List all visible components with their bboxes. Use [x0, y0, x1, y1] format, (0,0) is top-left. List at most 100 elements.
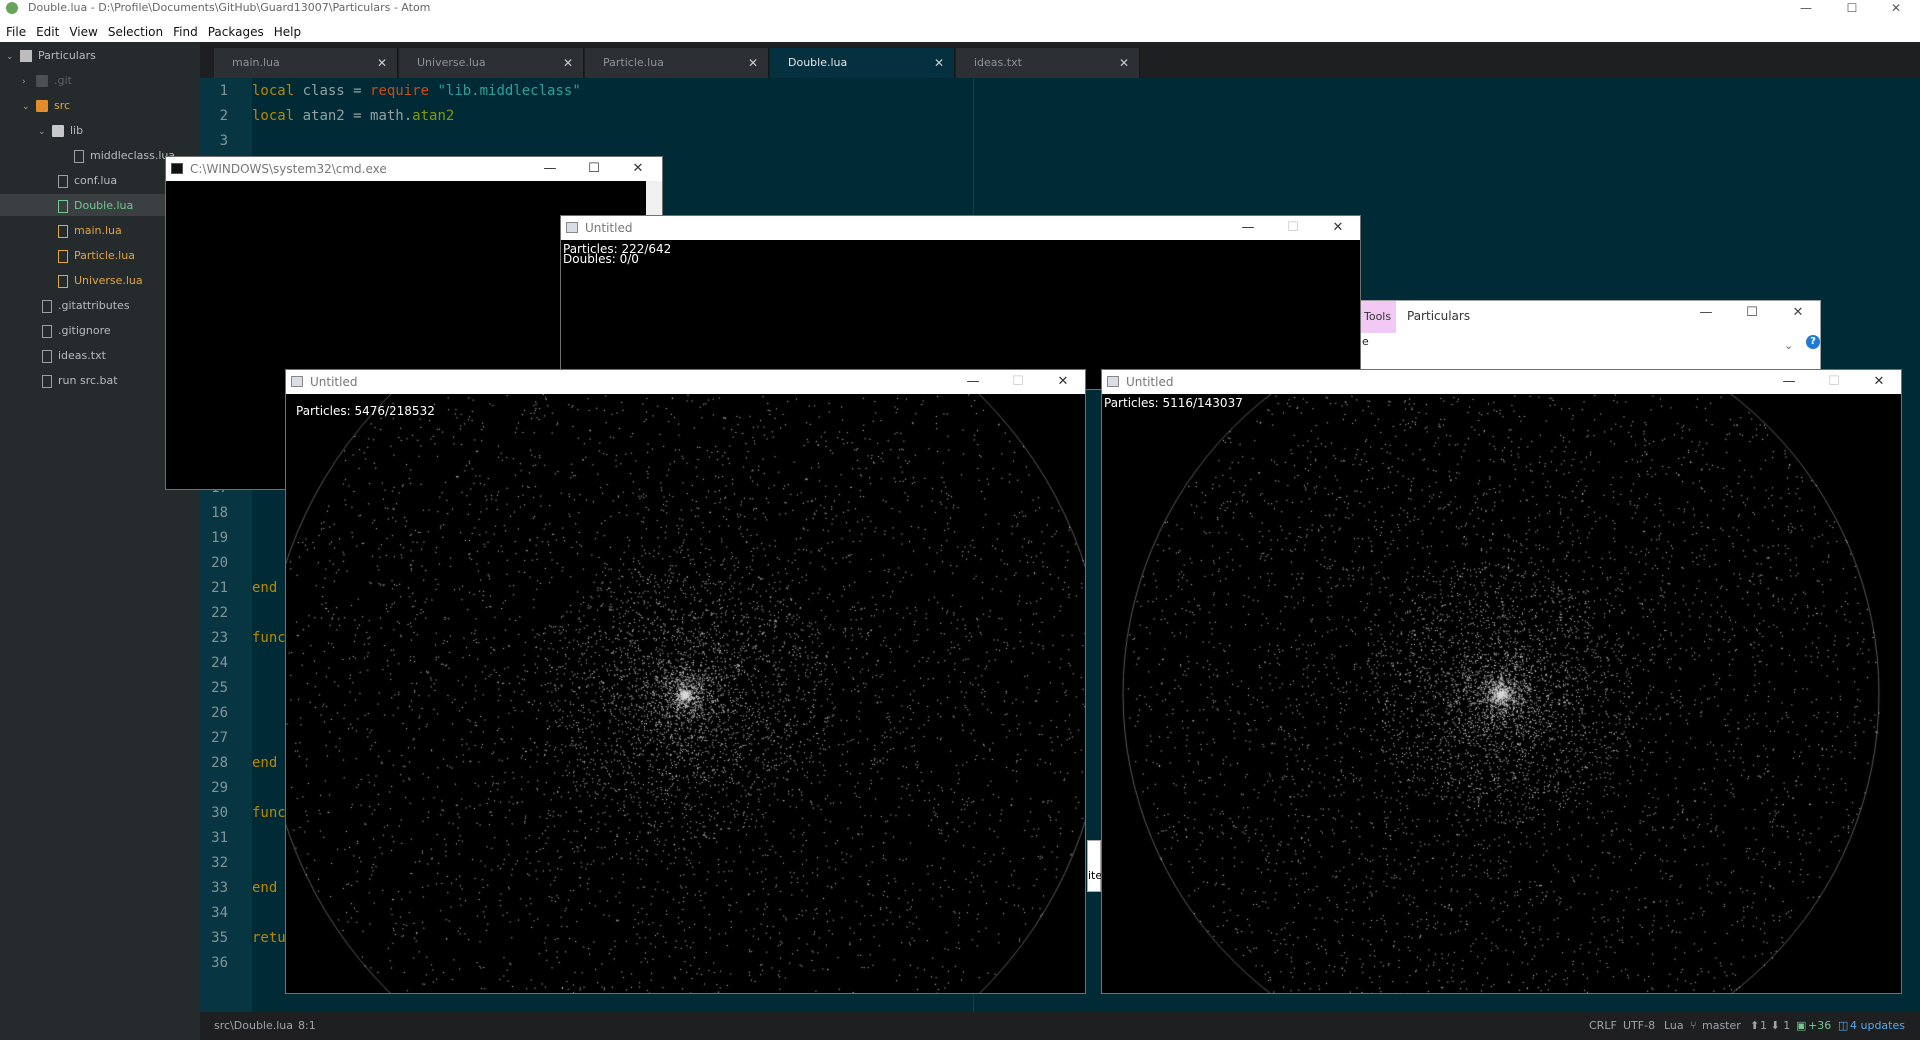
minimize-button[interactable]: —	[528, 157, 572, 181]
love-window-titlebar[interactable]: Untitled — ☐ ✕	[286, 370, 1085, 394]
status-diff-count[interactable]: +36	[1808, 1012, 1831, 1040]
tree-item-label: Particle.lua	[74, 249, 135, 262]
maximize-button[interactable]: ☐	[1832, 0, 1872, 16]
maximize-button[interactable]: ☐	[1732, 305, 1772, 320]
tree-item-src[interactable]: ⌄ src	[22, 95, 70, 117]
function-name: require	[370, 83, 430, 99]
love-window-1[interactable]: Untitled — ☐ ✕ Particles: 222/642 Double…	[560, 215, 1361, 390]
menu-view[interactable]: View	[63, 22, 101, 42]
close-icon[interactable]: ✕	[748, 48, 758, 78]
file-icon	[58, 199, 68, 213]
minimize-button[interactable]: —	[1226, 216, 1270, 240]
minimize-button[interactable]: —	[1767, 370, 1811, 394]
close-button[interactable]: ✕	[1876, 0, 1916, 16]
folder-icon	[52, 125, 64, 137]
tree-item-label: conf.lua	[74, 174, 118, 187]
cmd-window-titlebar[interactable]: C:\WINDOWS\system32\cmd.exe — ☐ ✕	[166, 157, 662, 181]
close-icon[interactable]: ✕	[563, 48, 573, 78]
status-bar: src\Double.lua 8:1 CRLF UTF-8 Lua ⑂ mast…	[200, 1012, 1920, 1040]
close-button[interactable]: ✕	[1778, 305, 1818, 320]
tree-root[interactable]: ⌄ Particulars	[6, 45, 96, 67]
menu-edit[interactable]: Edit	[30, 22, 63, 42]
file-icon	[58, 249, 68, 263]
tree-item-label: Double.lua	[74, 199, 134, 212]
tree-item-universe[interactable]: Universe.lua	[58, 270, 143, 292]
love-window-title: Untitled	[1126, 375, 1174, 389]
atom-titlebar[interactable]: Double.lua - D:\Profile\Documents\GitHub…	[0, 0, 1920, 16]
minimize-button[interactable]: —	[1786, 0, 1826, 16]
close-button[interactable]: ✕	[1857, 370, 1901, 394]
tree-item-double[interactable]: Double.lua	[58, 195, 133, 217]
particle-simulation-canvas[interactable]	[1102, 394, 1901, 993]
chevron-right-icon: ›	[22, 77, 26, 87]
minimize-button[interactable]: —	[1686, 305, 1726, 320]
tab-universe-lua[interactable]: Universe.lua ✕	[399, 48, 584, 78]
tree-item-gitattributes[interactable]: .gitattributes	[42, 295, 130, 317]
menu-help[interactable]: Help	[268, 22, 305, 42]
chevron-down-icon: ⌄	[6, 52, 14, 62]
love-window-titlebar[interactable]: Untitled — ☐ ✕	[1102, 370, 1901, 394]
file-icon	[42, 299, 52, 313]
ribbon-tab-tools[interactable]: Tools	[1360, 301, 1396, 333]
tree-item-ideas[interactable]: ideas.txt	[42, 345, 106, 367]
status-updates[interactable]: 4 updates	[1850, 1012, 1905, 1040]
close-icon[interactable]: ✕	[1119, 48, 1129, 78]
tree-item-main[interactable]: main.lua	[58, 220, 122, 242]
line-number: 25	[211, 680, 228, 696]
tree-item-run-src[interactable]: run src.bat	[42, 370, 118, 392]
diff-icon: ▣	[1796, 1019, 1807, 1032]
maximize-button[interactable]: ☐	[572, 157, 616, 181]
close-button[interactable]: ✕	[1041, 370, 1085, 394]
status-cursor-position[interactable]: 8:1	[298, 1012, 316, 1040]
love-window-2[interactable]: Untitled — ☐ ✕ Particles: 5476/218532	[285, 369, 1086, 994]
tree-item-middleclass[interactable]: middleclass.lua	[74, 145, 175, 167]
close-button[interactable]: ✕	[1316, 216, 1360, 240]
tree-item-conf[interactable]: conf.lua	[58, 170, 117, 192]
status-encoding[interactable]: UTF-8	[1623, 1012, 1655, 1040]
status-ahead-behind[interactable]: 1 ⬇ 1	[1760, 1012, 1790, 1040]
particle-simulation-canvas[interactable]	[286, 394, 1085, 993]
tree-item-gitignore[interactable]: .gitignore	[42, 320, 111, 342]
tab-double-lua[interactable]: Double.lua ✕	[770, 48, 955, 78]
tree-item-label: main.lua	[74, 224, 122, 237]
chevron-down-icon[interactable]: ⌄	[1784, 339, 1793, 352]
keyword: local	[252, 108, 295, 124]
tree-item-particle[interactable]: Particle.lua	[58, 245, 135, 267]
line-number: 19	[211, 530, 228, 546]
minimize-button[interactable]: —	[951, 370, 995, 394]
status-file-path[interactable]: src\Double.lua	[214, 1012, 293, 1040]
tree-item-label: middleclass.lua	[90, 149, 176, 162]
tab-ideas-txt[interactable]: ideas.txt ✕	[956, 48, 1140, 78]
tree-item-label: .gitattributes	[58, 299, 130, 312]
status-git-branch[interactable]: master	[1702, 1012, 1741, 1040]
tab-particle-lua[interactable]: Particle.lua ✕	[585, 48, 769, 78]
tree-item-lib[interactable]: ⌄ lib	[38, 120, 83, 142]
tab-label: Double.lua	[788, 56, 848, 69]
menu-selection[interactable]: Selection	[102, 22, 167, 42]
code-line-21: end	[252, 580, 278, 596]
love-window-titlebar[interactable]: Untitled — ☐ ✕	[561, 216, 1360, 240]
code-line-28: end	[252, 755, 278, 771]
chevron-down-icon: ⌄	[22, 102, 30, 112]
maximize-button: ☐	[1012, 374, 1024, 389]
code-text: atan2 = math.	[294, 108, 413, 124]
explorer-ribbon-fragment: e	[1362, 335, 1369, 348]
line-number: 3	[219, 133, 228, 149]
status-line-ending[interactable]: CRLF	[1589, 1012, 1617, 1040]
menu-file[interactable]: File	[0, 22, 30, 42]
close-icon[interactable]: ✕	[377, 48, 387, 78]
menu-packages[interactable]: Packages	[202, 22, 268, 42]
tree-item-git[interactable]: › .git	[22, 70, 72, 92]
file-explorer-window[interactable]: Tools Particulars — ☐ ✕ e ⌄ ?	[1359, 300, 1821, 380]
tree-item-label: run src.bat	[58, 374, 118, 387]
status-grammar[interactable]: Lua	[1664, 1012, 1684, 1040]
help-icon[interactable]: ?	[1806, 335, 1820, 349]
tab-main-lua[interactable]: main.lua ✕	[214, 48, 398, 78]
maximize-button: ☐	[1287, 220, 1299, 235]
close-button[interactable]: ✕	[616, 157, 660, 181]
code-line-33: end	[252, 880, 278, 896]
menu-find[interactable]: Find	[167, 22, 202, 42]
love-window-3[interactable]: Untitled — ☐ ✕ Particles: 5116/143037	[1101, 369, 1902, 994]
app-window-icon	[566, 222, 578, 233]
close-icon[interactable]: ✕	[934, 48, 944, 78]
